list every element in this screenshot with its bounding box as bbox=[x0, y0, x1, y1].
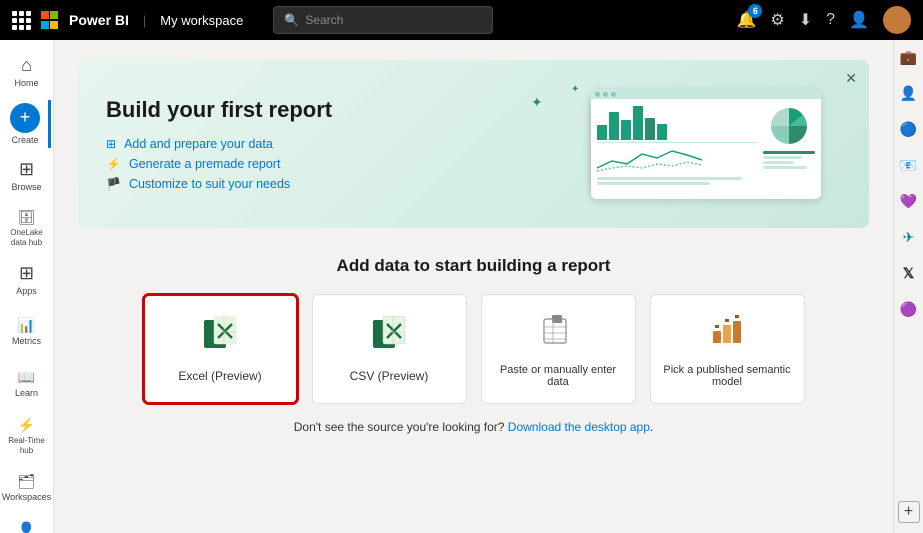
paste-label: Paste or manually enter data bbox=[482, 364, 635, 388]
hero-link-generate[interactable]: ⚡ Generate a premade report bbox=[106, 157, 332, 171]
right-icon-person[interactable]: 👤 bbox=[898, 82, 920, 104]
csv-label: CSV (Preview) bbox=[350, 369, 429, 383]
flag-icon: 🏴 bbox=[106, 177, 121, 191]
app-name: Power BI bbox=[69, 12, 129, 28]
download-link[interactable]: Download the desktop app bbox=[508, 420, 650, 434]
sidebar-label-workspaces: Workspaces bbox=[2, 492, 51, 503]
csv-icon bbox=[371, 316, 407, 359]
avatar[interactable] bbox=[883, 6, 911, 34]
sidebar-item-realtime[interactable]: ⚡ Real-Timehub bbox=[3, 412, 51, 460]
datasource-card-semantic[interactable]: Pick a published semantic model bbox=[650, 294, 805, 404]
waffle-button[interactable] bbox=[12, 11, 31, 30]
datasource-card-paste[interactable]: Paste or manually enter data bbox=[481, 294, 636, 404]
notification-badge: 6 bbox=[748, 4, 762, 18]
metrics-icon: 📊 bbox=[18, 317, 35, 334]
sidebar-label-home: Home bbox=[14, 78, 38, 89]
sparkle-icon: ✦ bbox=[531, 94, 543, 111]
right-icon-purple[interactable]: 💜 bbox=[898, 190, 920, 212]
search-icon: 🔍 bbox=[284, 13, 299, 27]
sidebar-label-learn: Learn bbox=[15, 388, 38, 399]
topbar: Power BI | My workspace 🔍 🔔 6 ⚙ ⬇ ? 👤 bbox=[0, 0, 923, 40]
sparkline-svg bbox=[597, 146, 758, 174]
sparkle-icon-sm: ✦ bbox=[571, 84, 579, 95]
settings-button[interactable]: ⚙ bbox=[770, 10, 784, 30]
semantic-label: Pick a published semantic model bbox=[651, 364, 804, 388]
hero-link-customize[interactable]: 🏴 Customize to suit your needs bbox=[106, 177, 332, 191]
right-icon-briefcase[interactable]: 💼 bbox=[898, 46, 920, 68]
bottom-link-area: Don't see the source you're looking for?… bbox=[78, 420, 869, 434]
main-layout: ⌂ Home + Create ⊞ Browse 🗄 OneLakedata h… bbox=[0, 40, 923, 533]
right-panel: 🔴 💼 👤 🔵 📧 💜 ✈ 𝕏 🟣 + bbox=[893, 40, 923, 533]
hero-main-card bbox=[591, 89, 821, 199]
paste-icon bbox=[540, 311, 576, 354]
notification-button[interactable]: 🔔 6 bbox=[737, 10, 757, 30]
excel-label: Excel (Preview) bbox=[178, 369, 261, 383]
browse-icon: ⊞ bbox=[19, 159, 34, 180]
sidebar-label-onelake: OneLakedata hub bbox=[10, 228, 42, 247]
sidebar-item-onelake[interactable]: 🗄 OneLakedata hub bbox=[3, 204, 51, 252]
account-button[interactable]: 👤 bbox=[849, 10, 869, 30]
sidebar-label-metrics: Metrics bbox=[12, 336, 41, 347]
sidebar-item-browse[interactable]: ⊞ Browse bbox=[3, 152, 51, 200]
hero-illustration: ✦ ✦ + bbox=[461, 84, 841, 204]
datasource-card-csv[interactable]: CSV (Preview) bbox=[312, 294, 467, 404]
sidebar-label-browse: Browse bbox=[11, 182, 41, 193]
right-icon-outlook[interactable]: 📧 bbox=[898, 154, 920, 176]
search-input[interactable] bbox=[305, 13, 475, 27]
close-button[interactable]: ✕ bbox=[845, 70, 857, 87]
hero-banner: Build your first report ⊞ Add and prepar… bbox=[78, 60, 869, 228]
right-icon-teams[interactable]: 🟣 bbox=[898, 298, 920, 320]
datasource-card-excel[interactable]: Excel (Preview) bbox=[143, 294, 298, 404]
download-button[interactable]: ⬇ bbox=[799, 10, 812, 30]
sidebar-item-learn[interactable]: 📖 Learn bbox=[3, 360, 51, 408]
search-bar[interactable]: 🔍 bbox=[273, 6, 493, 34]
right-panel-add[interactable]: + bbox=[898, 501, 920, 523]
microsoft-logo bbox=[41, 11, 59, 29]
content-area: Build your first report ⊞ Add and prepar… bbox=[54, 40, 893, 533]
workspace-label[interactable]: My workspace bbox=[160, 13, 243, 28]
sidebar-item-home[interactable]: ⌂ Home bbox=[3, 48, 51, 96]
sidebar: ⌂ Home + Create ⊞ Browse 🗄 OneLakedata h… bbox=[0, 40, 54, 533]
excel-icon bbox=[202, 316, 238, 359]
right-icon-teal[interactable]: ✈ bbox=[898, 226, 920, 248]
topbar-separator: | bbox=[143, 13, 146, 28]
help-button[interactable]: ? bbox=[826, 11, 835, 29]
semantic-icon bbox=[709, 311, 745, 354]
sidebar-item-myworkspace[interactable]: 👤 Myworkspace bbox=[3, 516, 51, 533]
sidebar-label-realtime: Real-Timehub bbox=[8, 436, 45, 455]
right-icon-ms[interactable]: 🔵 bbox=[898, 118, 920, 140]
hero-title: Build your first report bbox=[106, 97, 332, 123]
waffle-icon bbox=[12, 11, 31, 30]
bolt-icon: ⚡ bbox=[106, 157, 121, 171]
workspaces-icon: 🗂 bbox=[18, 473, 36, 490]
sidebar-label-create: Create bbox=[11, 135, 38, 146]
right-icon-x[interactable]: 𝕏 bbox=[898, 262, 920, 284]
section-title: Add data to start building a report bbox=[78, 256, 869, 276]
learn-icon: 📖 bbox=[18, 369, 35, 386]
realtime-icon: ⚡ bbox=[18, 417, 35, 434]
myworkspace-icon: 👤 bbox=[18, 521, 35, 533]
pie-chart bbox=[768, 105, 810, 147]
home-icon: ⌂ bbox=[21, 55, 32, 76]
sidebar-label-apps: Apps bbox=[16, 286, 37, 297]
onelake-icon: 🗄 bbox=[18, 209, 36, 226]
sidebar-item-workspaces[interactable]: 🗂 Workspaces bbox=[3, 464, 51, 512]
sidebar-item-apps[interactable]: ⊞ Apps bbox=[3, 256, 51, 304]
hero-text: Build your first report ⊞ Add and prepar… bbox=[106, 97, 332, 191]
sidebar-item-metrics[interactable]: 📊 Metrics bbox=[3, 308, 51, 356]
table-icon: ⊞ bbox=[106, 137, 116, 151]
apps-icon: ⊞ bbox=[19, 263, 34, 284]
sidebar-item-create[interactable]: + Create bbox=[3, 100, 51, 148]
hero-links: ⊞ Add and prepare your data ⚡ Generate a… bbox=[106, 137, 332, 191]
topbar-icons: 🔔 6 ⚙ ⬇ ? 👤 bbox=[737, 6, 912, 34]
bottom-text: Don't see the source you're looking for? bbox=[294, 420, 505, 434]
create-icon: + bbox=[10, 103, 40, 133]
hero-link-prepare[interactable]: ⊞ Add and prepare your data bbox=[106, 137, 332, 151]
datasource-cards: Excel (Preview) CSV (Preview) bbox=[78, 294, 869, 404]
